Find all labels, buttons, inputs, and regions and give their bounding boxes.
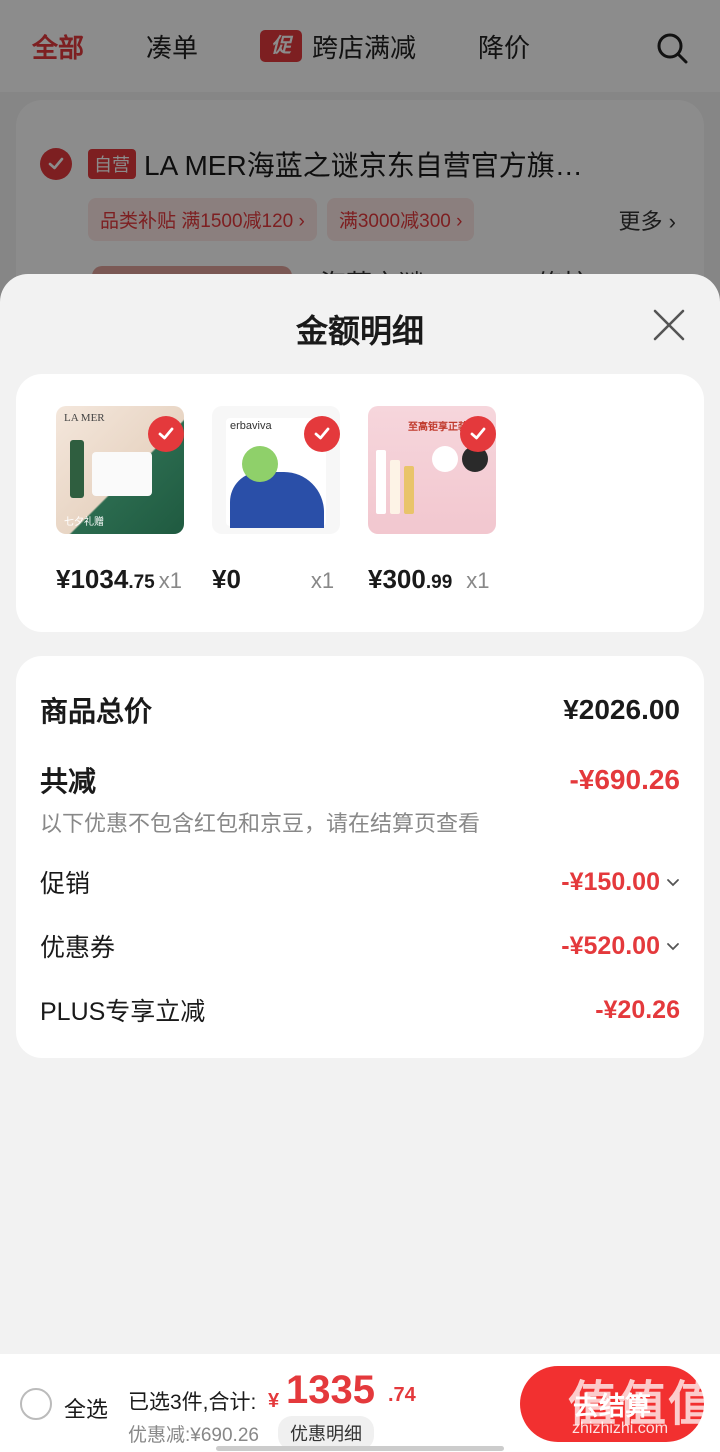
product-item[interactable]: erbaviva xyxy=(212,406,342,534)
checked-icon xyxy=(304,416,340,452)
promo-row[interactable]: 促销 -¥150.00 xyxy=(40,864,680,900)
plus-value: -¥20.26 xyxy=(595,995,680,1024)
plus-row: PLUS专享立减 -¥20.26 xyxy=(40,992,680,1028)
saved-amount: 优惠减:¥690.26 xyxy=(128,1425,259,1446)
product-quantity: x1 xyxy=(158,568,182,593)
chevron-down-icon[interactable] xyxy=(666,939,680,953)
coupon-value: -¥520.00 xyxy=(561,931,660,960)
promo-label: 促销 xyxy=(40,870,91,898)
total-integer: 1335 xyxy=(286,1368,375,1412)
product-item[interactable]: 至高钜享正装礼 xyxy=(368,406,498,534)
discount-note: 以下优惠不包含红包和京豆，请在结算页查看 xyxy=(40,811,481,836)
sheet-title: 金额明细 xyxy=(295,313,424,349)
product-image: erbaviva xyxy=(212,406,340,534)
product-price: ¥1034.75 x1 xyxy=(56,564,182,595)
coupon-label: 优惠券 xyxy=(40,934,116,962)
product-price: ¥300.99 x1 xyxy=(368,564,490,595)
tube-shape xyxy=(390,460,400,514)
amount-detail-sheet: 金额明细 LA MER 七夕礼赠 ¥1034.75 x1 erbaviva ¥0… xyxy=(0,274,720,1452)
watermark-url: zhizhizhi.com xyxy=(572,1420,669,1437)
chevron-down-icon[interactable] xyxy=(666,875,680,889)
products-card: LA MER 七夕礼赠 ¥1034.75 x1 erbaviva ¥0 x1 至… xyxy=(16,374,704,632)
total-row: 商品总价 ¥2026.00 xyxy=(40,690,680,730)
product-quantity: x1 xyxy=(466,568,490,593)
product-price: ¥0 x1 xyxy=(212,564,334,595)
amount-detail-card: 商品总价 ¥2026.00 共减 -¥690.26 以下优惠不包含红包和京豆，请… xyxy=(16,656,704,1058)
discount-label: 共减 xyxy=(40,766,97,797)
price-decimal: .75 xyxy=(128,572,155,593)
tube-shape xyxy=(376,450,386,514)
product-item[interactable]: LA MER 七夕礼赠 xyxy=(56,406,186,534)
product-image-brand: LA MER xyxy=(64,412,105,424)
promo-value-wrap: -¥150.00 xyxy=(561,868,680,897)
product-quantity: x1 xyxy=(310,568,335,593)
promo-value: -¥150.00 xyxy=(561,867,660,896)
select-all-radio[interactable] xyxy=(20,1388,52,1420)
coupon-value-wrap: -¥520.00 xyxy=(561,932,680,961)
checked-icon xyxy=(148,416,184,452)
bottle-shape xyxy=(70,440,84,498)
badge-shape xyxy=(432,446,458,472)
product-image: LA MER 七夕礼赠 xyxy=(56,406,184,534)
product-image: 至高钜享正装礼 xyxy=(368,406,496,534)
price-integer: ¥300 xyxy=(368,564,426,594)
home-indicator xyxy=(216,1446,504,1451)
total-decimal: .74 xyxy=(388,1384,416,1406)
close-icon[interactable] xyxy=(652,308,686,342)
total-currency: ¥ xyxy=(268,1390,280,1412)
select-all-label[interactable]: 全选 xyxy=(64,1392,108,1424)
selected-count: 已选3件,合计: xyxy=(128,1391,257,1414)
discount-value: -¥690.26 xyxy=(569,764,680,795)
discount-row: 共减 -¥690.26 xyxy=(40,760,680,800)
checked-icon xyxy=(460,416,496,452)
product-image-caption: 七夕礼赠 xyxy=(64,517,104,528)
total-value: ¥2026.00 xyxy=(563,694,680,725)
total-label: 商品总价 xyxy=(40,696,153,727)
price-integer: ¥1034 xyxy=(56,564,129,594)
price-decimal: .99 xyxy=(425,572,453,593)
plus-label: PLUS专享立减 xyxy=(40,998,206,1026)
product-image-brand: erbaviva xyxy=(230,420,272,432)
gift-box-shape xyxy=(92,452,152,496)
discount-detail-button[interactable]: 优惠明细 xyxy=(278,1416,374,1450)
price-integer: ¥0 xyxy=(212,564,241,594)
green-shape xyxy=(242,446,278,482)
coupon-row[interactable]: 优惠券 -¥520.00 xyxy=(40,928,680,964)
tube-shape xyxy=(404,466,414,514)
